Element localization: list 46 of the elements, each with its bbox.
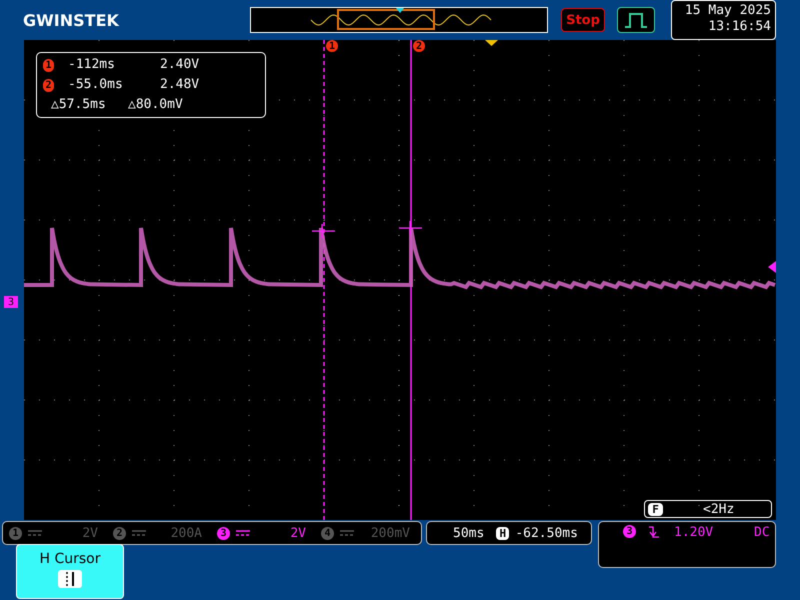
falling-edge-icon xyxy=(648,525,660,539)
dc-coupling-icon xyxy=(132,529,146,537)
trigger-coupling-value: DC xyxy=(754,525,770,540)
cursor-lines-icon xyxy=(58,570,82,588)
channel-scale-value: 2V xyxy=(289,526,306,540)
cursor-voltage-value: 2.48V xyxy=(160,76,200,94)
brand-logo: GWINSTEK xyxy=(23,10,120,30)
crosshair-marker-icon xyxy=(398,220,423,236)
trigger-position-icon xyxy=(485,40,498,46)
delta-voltage-value: △80.0mV xyxy=(128,96,183,114)
cursor-time-value: -112ms xyxy=(68,56,116,74)
channel-position-marker: 3 xyxy=(4,296,18,308)
cursor-marker: 2 xyxy=(413,40,425,52)
dc-coupling-icon xyxy=(340,529,354,537)
trigger-mode-button[interactable] xyxy=(617,7,655,33)
cursor-marker: 1 xyxy=(326,40,338,52)
frequency-value: <2Hz xyxy=(703,502,734,516)
horizontal-position-label: H xyxy=(496,526,510,540)
channel-number-badge: 2 xyxy=(113,526,126,540)
channel-number-badge: 3 xyxy=(217,526,230,540)
channel-scale-value: 2V xyxy=(81,526,98,540)
cursor-line[interactable] xyxy=(410,40,412,520)
cursor-number-badge: 2 xyxy=(43,79,54,92)
channel-number-badge: 1 xyxy=(9,526,22,540)
run-stop-button[interactable]: Stop xyxy=(561,8,605,32)
dc-coupling-icon xyxy=(28,529,42,537)
frequency-label: F xyxy=(648,502,663,516)
delta-time-value: △57.5ms xyxy=(51,96,107,114)
timebase-scale-value: 50ms xyxy=(453,526,484,540)
trigger-level-icon xyxy=(768,261,776,273)
channel-number-badge: 4 xyxy=(321,526,334,540)
date-text: 15 May 2025 xyxy=(684,3,771,19)
horizontal-position-value: -62.50ms xyxy=(515,526,578,540)
trigger-level-value: 1.20V xyxy=(674,525,714,540)
dc-coupling-icon xyxy=(236,529,250,537)
cursor-time-value: -55.0ms xyxy=(68,76,124,94)
crosshair-marker-icon xyxy=(311,223,336,239)
channel-scale-value: 200A xyxy=(170,526,202,540)
cursor-line[interactable] xyxy=(323,40,325,520)
time-text: 13:16:54 xyxy=(707,19,771,35)
channel-scale-value: 200mV xyxy=(370,526,410,540)
pulse-icon xyxy=(624,11,648,29)
cursor-number-badge: 1 xyxy=(43,59,54,72)
h-cursor-softkey[interactable]: H Cursor xyxy=(16,544,124,599)
trigger-source-badge: 3 xyxy=(623,525,636,538)
cursor-voltage-value: 2.40V xyxy=(160,56,200,74)
